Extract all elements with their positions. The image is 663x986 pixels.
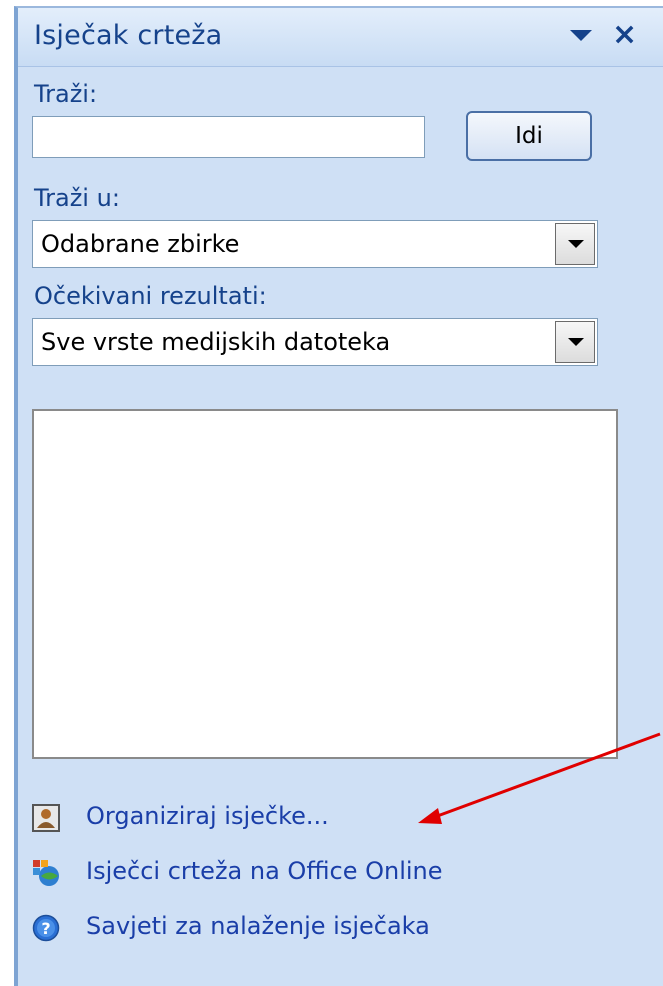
organize-clips-label: Organiziraj isječke... (86, 802, 329, 830)
search-tips-label: Savjeti za nalaženje isječaka (86, 912, 430, 940)
office-online-icon (33, 860, 59, 886)
results-type-selected-value: Sve vrste medijskih datoteka (41, 328, 391, 356)
svg-text:?: ? (41, 919, 50, 938)
close-icon[interactable]: × (612, 20, 637, 50)
results-type-select[interactable]: Sve vrste medijskih datoteka (32, 318, 598, 366)
search-in-dropdown-button[interactable] (555, 223, 595, 265)
search-input[interactable] (32, 116, 425, 158)
search-in-selected-value: Odabrane zbirke (41, 230, 240, 258)
results-type-dropdown-button[interactable] (555, 321, 595, 363)
search-in-label: Traži u: (34, 184, 120, 212)
chevron-down-icon[interactable] (570, 30, 592, 41)
chevron-down-icon (568, 240, 584, 248)
results-type-label: Očekivani rezultati: (34, 282, 267, 310)
organizer-icon (32, 804, 60, 832)
task-pane-title-bar: Isječak crteža × (18, 8, 663, 67)
task-pane-title: Isječak crteža (34, 20, 223, 51)
go-button[interactable]: Idi (466, 111, 592, 161)
chevron-down-icon (568, 338, 584, 346)
results-area[interactable] (32, 409, 618, 759)
search-in-select[interactable]: Odabrane zbirke (32, 220, 598, 268)
office-online-label: Isječci crteža na Office Online (86, 857, 443, 885)
search-label: Traži: (34, 80, 98, 108)
help-icon: ? (32, 914, 60, 942)
